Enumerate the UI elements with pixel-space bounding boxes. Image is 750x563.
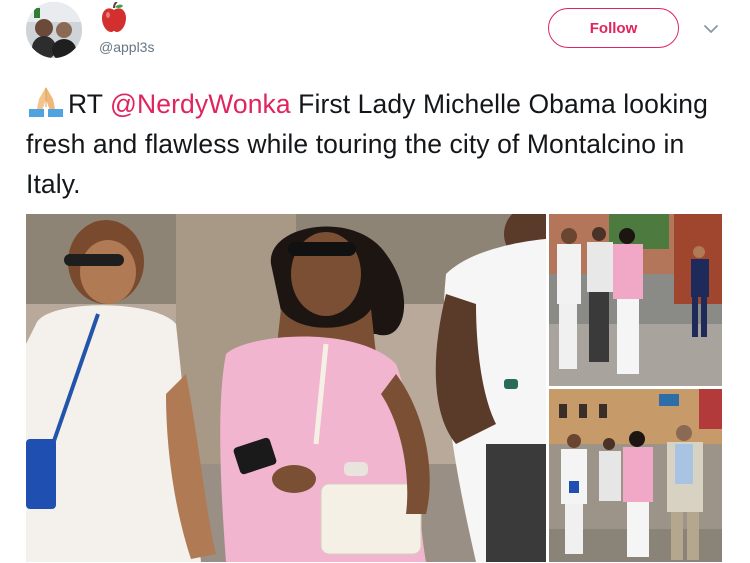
apple-emoji-icon	[102, 2, 126, 32]
chevron-down-icon[interactable]	[700, 20, 722, 38]
folded-hands-icon	[29, 87, 63, 117]
bottom-right-photo-image	[549, 389, 722, 562]
mention-link[interactable]: @NerdyWonka	[110, 89, 291, 119]
follow-button[interactable]: Follow	[548, 8, 679, 48]
top-right-photo-image	[549, 214, 722, 386]
tweet-header: @appl3s Follow	[0, 0, 750, 80]
retweet-prefix: RT	[68, 89, 111, 119]
avatar-image	[26, 2, 82, 58]
user-avatar[interactable]	[26, 2, 82, 58]
photo-main[interactable]	[26, 214, 546, 562]
photo-grid	[26, 214, 722, 562]
photo-bottom-right[interactable]	[549, 389, 722, 562]
tweet-text: RT @NerdyWonka First Lady Michelle Obama…	[26, 84, 716, 204]
user-handle[interactable]: @appl3s	[99, 39, 154, 55]
main-photo-image	[26, 214, 546, 562]
photo-top-right[interactable]	[549, 214, 722, 386]
